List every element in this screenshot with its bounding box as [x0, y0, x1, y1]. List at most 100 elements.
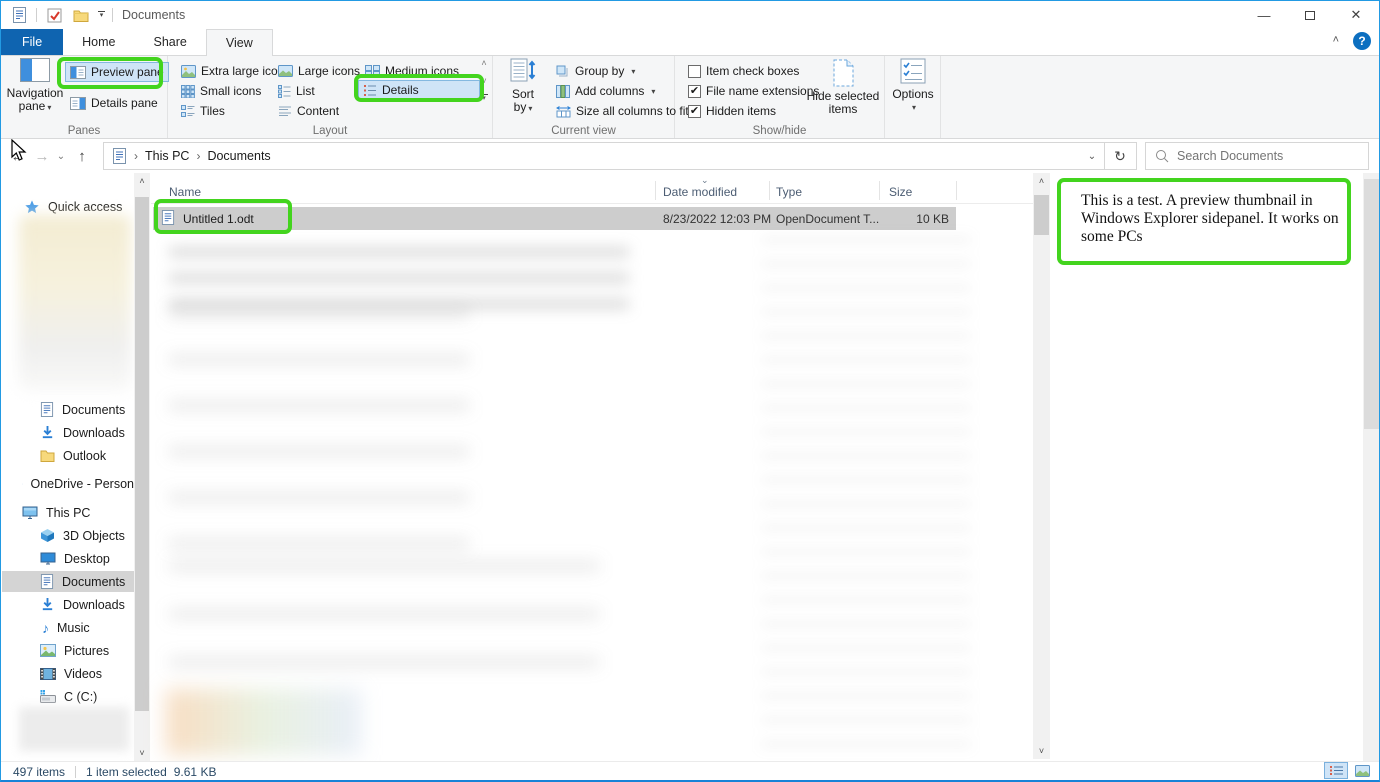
- gallery-more-icon[interactable]: ▾: [481, 94, 488, 102]
- sidebar-item-outlook[interactable]: Outlook: [2, 445, 134, 466]
- tab-view[interactable]: View: [206, 29, 273, 56]
- file-list-scrollbar-thumb[interactable]: [1034, 195, 1049, 235]
- search-box[interactable]: [1145, 142, 1369, 170]
- file-size: 10 KB: [893, 212, 949, 226]
- large-icons-button[interactable]: Large icons: [273, 61, 365, 81]
- tab-home[interactable]: Home: [63, 29, 134, 55]
- column-divider[interactable]: [769, 181, 770, 200]
- qat-new-folder-icon[interactable]: [71, 4, 91, 26]
- sidebar-item-music[interactable]: ♪ Music: [2, 617, 134, 638]
- sidebar-item-desktop[interactable]: Desktop: [2, 548, 134, 569]
- forward-button[interactable]: →: [31, 143, 53, 169]
- sidebar-scrollbar-thumb[interactable]: [135, 197, 149, 711]
- medium-icons-button[interactable]: Medium icons: [360, 61, 464, 81]
- sidebar-item-documents[interactable]: Documents: [2, 571, 134, 592]
- file-name-extensions-checkbox[interactable]: ✔ File name extensions: [683, 81, 824, 101]
- column-header-date-modified[interactable]: Date modified: [663, 185, 737, 199]
- hide-selected-items-button[interactable]: Hide selected items: [805, 58, 881, 116]
- close-button[interactable]: ✕: [1333, 1, 1379, 29]
- refresh-button[interactable]: ↻: [1104, 142, 1137, 170]
- column-header-size[interactable]: Size: [889, 185, 912, 199]
- download-icon: [40, 597, 55, 612]
- tiles-button[interactable]: Tiles: [176, 101, 230, 121]
- preview-pane-label: Preview pane: [91, 65, 164, 79]
- list-button[interactable]: List: [273, 81, 320, 101]
- column-divider[interactable]: [956, 181, 957, 200]
- file-row-untitled-1-odt[interactable]: Untitled 1.odt 8/23/2022 12:03 PM OpenDo…: [153, 207, 956, 230]
- explorer-window: ▾ Documents — ✕ File Home Share View ˄ ?…: [0, 0, 1380, 782]
- qat-check-icon[interactable]: [44, 4, 64, 26]
- large-icons-icon: [278, 65, 293, 77]
- group-by-button[interactable]: Group by ▾: [551, 61, 640, 81]
- column-divider[interactable]: [655, 181, 656, 200]
- gallery-scroll-up-icon[interactable]: ˄: [481, 58, 486, 68]
- preview-pane-button[interactable]: Preview pane: [65, 62, 169, 82]
- sidebar-item-documents-quick[interactable]: Documents: [2, 399, 134, 420]
- sidebar-scrollbar[interactable]: ˄ ˅: [134, 173, 150, 761]
- sidebar-item-pictures[interactable]: Pictures: [2, 640, 134, 661]
- maximize-button[interactable]: [1287, 1, 1333, 29]
- scroll-up-icon[interactable]: ˄: [1033, 173, 1050, 189]
- breadcrumb-documents[interactable]: Documents: [207, 149, 270, 163]
- sidebar-item-downloads-quick[interactable]: Downloads: [2, 422, 134, 443]
- checkbox-checked-icon[interactable]: ✔: [688, 105, 701, 118]
- maximize-icon: [1305, 11, 1315, 20]
- hidden-items-checkbox[interactable]: ✔ Hidden items: [683, 101, 781, 121]
- navigation-pane-button[interactable]: Navigation pane▾: [7, 58, 63, 114]
- scroll-up-icon[interactable]: ˄: [134, 173, 150, 189]
- customize-qat-icon[interactable]: ▾: [98, 11, 105, 19]
- preview-scrollbar-thumb[interactable]: [1364, 179, 1379, 429]
- column-divider[interactable]: [879, 181, 880, 200]
- sidebar-item-videos[interactable]: Videos: [2, 663, 134, 684]
- sort-by-button[interactable]: Sort by▾: [501, 58, 545, 115]
- details-pane-button[interactable]: Details pane: [65, 93, 163, 113]
- scroll-down-icon[interactable]: ˅: [134, 745, 150, 761]
- breadcrumb-this-pc[interactable]: This PC: [145, 149, 189, 163]
- options-button[interactable]: Options ▾: [889, 58, 937, 114]
- layout-gallery-scroll[interactable]: ˄ ˅ ▾: [478, 58, 490, 102]
- help-icon[interactable]: ?: [1353, 32, 1371, 50]
- item-check-boxes-checkbox[interactable]: Item check boxes: [683, 61, 804, 81]
- size-all-columns-button[interactable]: Size all columns to fit: [551, 101, 694, 121]
- column-header-name[interactable]: Name: [169, 185, 201, 199]
- sidebar-item-onedrive[interactable]: OneDrive - Person: [2, 473, 134, 494]
- medium-icons-label: Medium icons: [385, 64, 459, 78]
- music-note-icon: ♪: [42, 621, 49, 635]
- collapse-ribbon-icon[interactable]: ˄: [1333, 34, 1339, 46]
- small-icons-icon: [181, 85, 195, 98]
- file-list-scrollbar[interactable]: ˄ ˅: [1033, 173, 1050, 759]
- scroll-down-icon[interactable]: ˅: [1033, 743, 1050, 759]
- recent-locations-icon[interactable]: ⌄: [53, 143, 69, 169]
- sidebar-item-c-drive[interactable]: C (C:): [2, 686, 134, 707]
- tab-file[interactable]: File: [1, 29, 63, 55]
- small-icons-button[interactable]: Small icons: [176, 81, 266, 101]
- column-header-type[interactable]: Type: [776, 185, 802, 199]
- up-button[interactable]: ↑: [71, 143, 93, 169]
- details-view-button[interactable]: Details: [358, 80, 480, 100]
- tab-share[interactable]: Share: [135, 29, 206, 55]
- gallery-scroll-down-icon[interactable]: ˅: [481, 76, 486, 86]
- sidebar-item-this-pc[interactable]: This PC: [2, 502, 134, 523]
- dropdown-icon: ▾: [528, 104, 532, 113]
- checkbox-checked-icon[interactable]: ✔: [688, 85, 701, 98]
- checkbox-unchecked-icon[interactable]: [688, 65, 701, 78]
- details-view-toggle-button[interactable]: [1324, 762, 1348, 779]
- sidebar-item-quick-access[interactable]: Quick access: [2, 196, 134, 217]
- sort-direction-icon[interactable]: ⌄: [701, 175, 709, 186]
- large-icons-view-toggle-button[interactable]: [1350, 762, 1374, 779]
- minimize-button[interactable]: —: [1241, 1, 1287, 29]
- sidebar-item-3d-objects[interactable]: 3D Objects: [2, 525, 134, 546]
- file-name-extensions-label: File name extensions: [706, 84, 819, 98]
- extra-large-icons-icon: [181, 65, 196, 78]
- redacted-thumbnails-blur: [166, 689, 361, 755]
- add-columns-button[interactable]: Add columns ▾: [551, 81, 660, 101]
- ribbon-group-show-hide: Item check boxes ✔ File name extensions …: [675, 56, 885, 138]
- sidebar-item-downloads[interactable]: Downloads: [2, 594, 134, 615]
- search-input[interactable]: [1177, 149, 1342, 163]
- content-button[interactable]: Content: [273, 101, 344, 121]
- address-bar[interactable]: › This PC › Documents ⌄: [103, 142, 1105, 170]
- details-pane-icon: [70, 97, 86, 110]
- address-dropdown-icon[interactable]: ⌄: [1080, 151, 1104, 162]
- preview-pane-scrollbar[interactable]: [1363, 173, 1380, 761]
- download-icon: [40, 425, 55, 440]
